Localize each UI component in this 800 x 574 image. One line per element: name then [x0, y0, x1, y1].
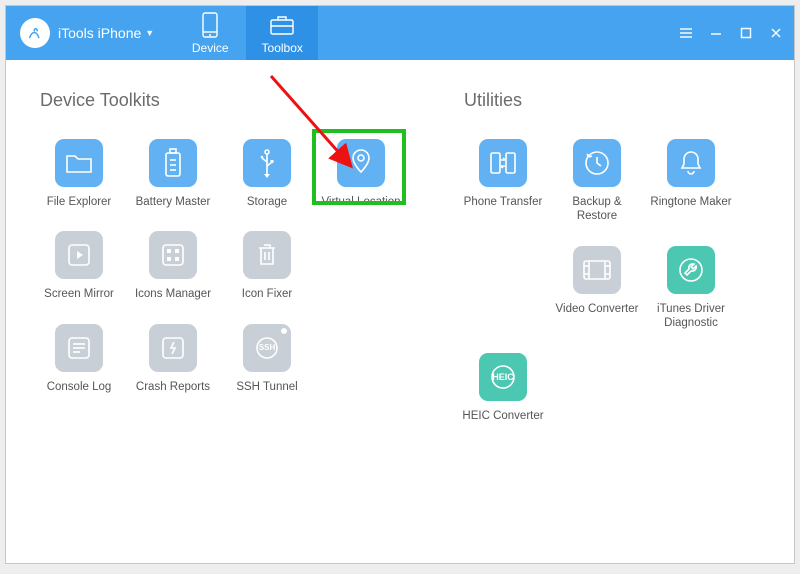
tool-ringtone-maker[interactable]: Ringtone Maker — [647, 139, 735, 224]
close-icon[interactable] — [768, 25, 784, 41]
heic-icon: HEIC — [479, 353, 527, 401]
utilities-grid: Phone Transfer Backup & Restore Ringtone… — [454, 139, 770, 445]
content: Device Toolkits File Explorer Battery Ma… — [6, 60, 794, 563]
tab-device-label: Device — [192, 41, 229, 55]
tool-icons-manager[interactable]: Icons Manager — [129, 231, 217, 301]
tool-phone-transfer[interactable]: Phone Transfer — [459, 139, 547, 224]
phone-icon — [196, 11, 224, 39]
menu-icon[interactable] — [678, 25, 694, 41]
location-icon — [337, 139, 385, 187]
tab-toolbox-label: Toolbox — [262, 41, 303, 55]
device-toolkits-section: Device Toolkits File Explorer Battery Ma… — [30, 90, 410, 563]
ssh-icon: SSH — [243, 324, 291, 372]
tool-storage[interactable]: Storage — [223, 139, 311, 209]
tool-ssh-tunnel[interactable]: SSH SSH Tunnel — [223, 324, 311, 394]
chevron-down-icon: ▼ — [145, 28, 154, 38]
tool-icon-fixer[interactable]: Icon Fixer — [223, 231, 311, 301]
tab-toolbox[interactable]: Toolbox — [246, 6, 318, 60]
device-toolkits-grid: File Explorer Battery Master Storage — [30, 139, 410, 416]
tool-screen-mirror[interactable]: Screen Mirror — [35, 231, 123, 301]
wrench-icon — [667, 246, 715, 294]
utilities-title: Utilities — [454, 90, 770, 111]
logo-icon — [20, 18, 50, 48]
tool-virtual-location[interactable]: Virtual Location — [317, 139, 405, 209]
trash-icon — [243, 231, 291, 279]
backup-icon — [573, 139, 621, 187]
play-icon — [55, 231, 103, 279]
app-name: iTools iPhone — [58, 25, 141, 41]
utilities-section: Utilities Phone Transfer Backup & Restor… — [410, 90, 770, 563]
tool-itunes-driver-diagnostic[interactable]: iTunes Driver Diagnostic — [647, 246, 735, 331]
crash-icon — [149, 324, 197, 372]
app-switcher[interactable]: iTools iPhone ▼ — [6, 6, 174, 60]
tool-file-explorer[interactable]: File Explorer — [35, 139, 123, 209]
tool-heic-converter[interactable]: HEIC HEIC Converter — [459, 353, 547, 423]
device-toolkits-title: Device Toolkits — [30, 90, 410, 111]
toolbox-icon — [268, 11, 296, 39]
tool-battery-master[interactable]: Battery Master — [129, 139, 217, 209]
usb-icon — [243, 139, 291, 187]
log-icon — [55, 324, 103, 372]
header: iTools iPhone ▼ Device Toolbox — [6, 6, 794, 60]
minimize-icon[interactable] — [708, 25, 724, 41]
tool-video-converter[interactable]: Video Converter — [553, 246, 641, 331]
app-window: iTools iPhone ▼ Device Toolbox — [5, 5, 795, 564]
bell-icon — [667, 139, 715, 187]
tab-device[interactable]: Device — [174, 6, 246, 60]
grid-icon — [149, 231, 197, 279]
transfer-icon — [479, 139, 527, 187]
tool-crash-reports[interactable]: Crash Reports — [129, 324, 217, 394]
maximize-icon[interactable] — [738, 25, 754, 41]
tool-console-log[interactable]: Console Log — [35, 324, 123, 394]
video-icon — [573, 246, 621, 294]
window-controls — [678, 6, 794, 60]
tool-backup-restore[interactable]: Backup & Restore — [553, 139, 641, 224]
folder-icon — [55, 139, 103, 187]
battery-icon — [149, 139, 197, 187]
